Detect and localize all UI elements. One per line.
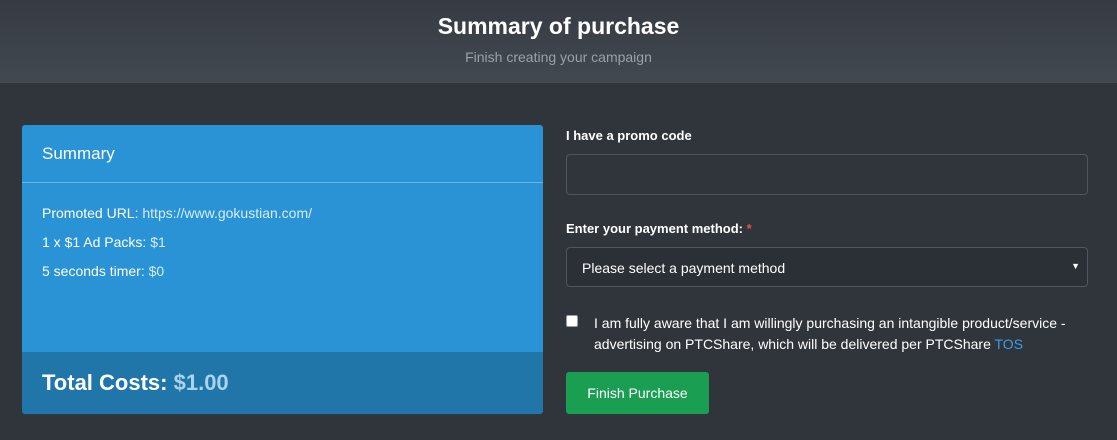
- ad-packs-line: 1 x $1 Ad Packs: $1: [42, 234, 166, 250]
- total-costs-bar: Total Costs: $1.00: [22, 352, 543, 414]
- summary-card: Summary Promoted URL: https://www.gokust…: [22, 125, 543, 414]
- total-costs: Total Costs: $1.00: [42, 370, 229, 396]
- payment-method-label: Enter your payment method: *: [566, 221, 752, 236]
- ad-packs-value: $1: [150, 234, 166, 250]
- page-header: Summary of purchase Finish creating your…: [0, 0, 1117, 83]
- promo-code-input[interactable]: [566, 154, 1088, 195]
- agree-checkbox[interactable]: [566, 315, 578, 327]
- agree-text-line2-body: advertising on PTCShare, which will be d…: [594, 336, 995, 352]
- tos-link[interactable]: TOS: [995, 336, 1024, 352]
- total-costs-value: $1.00: [173, 370, 229, 395]
- finish-purchase-button[interactable]: Finish Purchase: [566, 372, 709, 414]
- agree-text-line1: I am fully aware that I am willingly pur…: [594, 315, 1066, 331]
- total-costs-label: Total Costs:: [42, 370, 168, 395]
- chevron-down-icon: ▼: [1071, 261, 1080, 271]
- page-title: Summary of purchase: [437, 13, 680, 39]
- ad-packs-label: 1 x $1 Ad Packs:: [42, 234, 147, 250]
- payment-method-selected: Please select a payment method: [582, 260, 786, 276]
- summary-divider: [22, 182, 543, 183]
- agree-text-line2: advertising on PTCShare, which will be d…: [594, 334, 1084, 355]
- page-subtitle: Finish creating your campaign: [465, 49, 652, 65]
- promoted-url-label: Promoted URL:: [42, 205, 139, 221]
- payment-method-label-text: Enter your payment method:: [566, 221, 743, 236]
- timer-value: $0: [148, 263, 165, 279]
- timer-label: 5 seconds timer:: [42, 263, 145, 279]
- required-mark: *: [746, 221, 752, 236]
- promoted-url-line: Promoted URL: https://www.gokustian.com/: [42, 205, 312, 221]
- timer-line: 5 seconds timer: $0: [42, 263, 164, 279]
- summary-title: Summary: [42, 144, 115, 163]
- promo-code-label: I have a promo code: [566, 128, 692, 143]
- agree-text: I am fully aware that I am willingly pur…: [594, 313, 1084, 355]
- promoted-url-value: https://www.gokustian.com/: [142, 205, 313, 221]
- payment-method-select[interactable]: Please select a payment method ▼: [566, 247, 1088, 287]
